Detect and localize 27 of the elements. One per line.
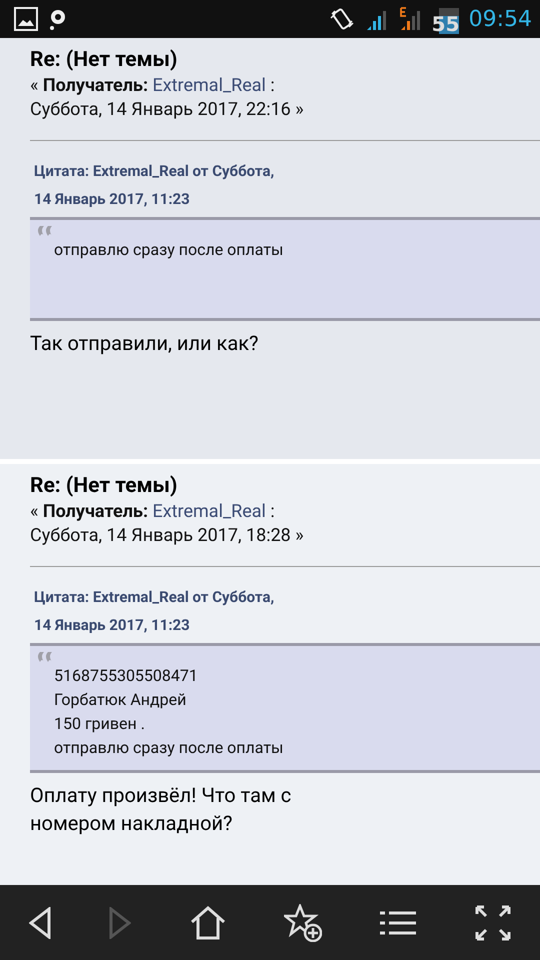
quote-date: 14 Январь 2017, 11:23 [33,615,191,636]
post-meta: « Получатель: Extremal_Real : Суббота, 14 Январь 2017, 18:28 » [30,500,305,548]
quote-line: отправлю сразу после оплаты [53,737,284,759]
star-plus-icon [284,904,322,942]
quote-header: Цитата: Extremal_Real от Суббота, [33,161,276,182]
mobile-data-icon [398,6,423,32]
post-meta: « Получатель: Extremal_Real : Суббота, 14 Январь 2017, 22:16 » [30,74,305,122]
post-body: Так отправили, или как? [30,330,260,357]
back-icon [29,906,52,938]
vibrate-icon [328,6,355,32]
quote-line: Горбатюк Андрей [53,689,188,711]
post-title: Re: (Нет темы) [30,48,178,72]
clock: 09:54 [468,6,532,32]
list-icon [380,910,416,934]
image-icon [14,7,38,31]
post-title: Re: (Нет темы) [30,474,178,498]
home-icon [190,906,226,940]
recipient-link[interactable]: Extremal_Real [152,501,266,522]
quote-line: 5168755305508471 [53,665,199,687]
post-body: Оплату произвёл! Что там с номером накладной? [30,782,292,837]
forward-icon [109,906,132,938]
quote-header: Цитата: Extremal_Real от Суббота, [33,587,276,608]
quote-line: отправлю сразу после оплаты [53,239,284,261]
quote-line: 150 гривен . [53,713,146,735]
fullscreen-icon [474,904,511,940]
quote-date: 14 Январь 2017, 11:23 [33,189,191,210]
recipient-link[interactable]: Extremal_Real [152,75,266,96]
